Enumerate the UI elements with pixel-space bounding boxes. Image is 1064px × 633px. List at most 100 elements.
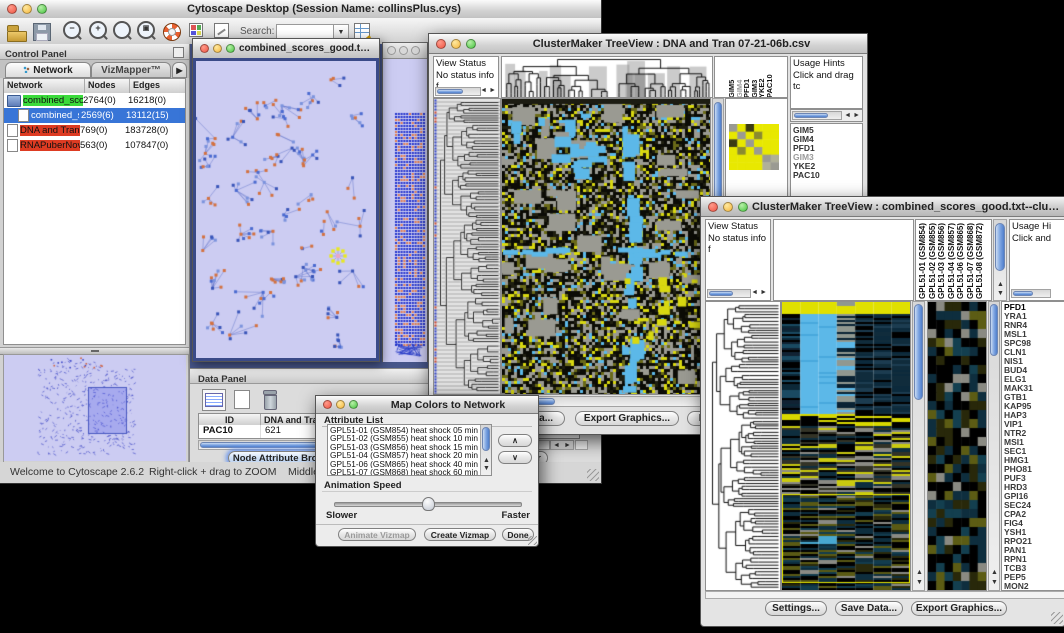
network-table-row[interactable]: combined_scores2764(0)16218(0) [4,93,185,108]
tv1-hints-hscroll[interactable] [792,111,842,120]
attr-select-icon[interactable] [202,389,226,411]
main-titlebar[interactable]: Cytoscape Desktop (Session Name: collins… [0,0,601,19]
close-button[interactable] [7,4,17,14]
scroll-down-arrow[interactable]: ▼ [483,464,490,474]
open-file-icon[interactable] [7,21,27,41]
zoom-button[interactable] [411,46,420,55]
tv1-gene-label[interactable]: YKE2 [793,162,862,171]
float-panel-icon[interactable] [173,47,184,58]
save-icon[interactable] [33,21,53,41]
scroll-down-arrow[interactable]: ▼ [916,578,923,588]
minimize-button[interactable] [451,39,461,49]
tv1-column-label[interactable]: PFD1 [743,58,751,98]
tv2-column-label[interactable]: GPL51-04 (GSM857) [948,221,958,299]
scroll-left-arrow[interactable]: ◄ [751,288,758,298]
minimize-button[interactable] [723,202,733,212]
network-table-row[interactable]: RNAPuberNov2+563(0)107847(0) [4,138,185,153]
attribute-list-item[interactable]: GPL51-07 (GSM868) heat shock 60 min [330,468,489,476]
move-down-button[interactable]: ∨ [498,451,532,464]
tv1-gene-label[interactable]: PAC10 [793,171,862,180]
tv2-gene-label[interactable]: PHO81 [1004,465,1064,474]
attr-col-id[interactable]: ID [199,414,261,425]
tv1-gene-label[interactable]: GIM4 [793,135,862,144]
attribute-list-vscroll[interactable]: ▲ ▼ [480,425,491,475]
tv2-gene-label[interactable]: YSH1 [1004,528,1064,537]
main-window-controls[interactable] [7,4,47,14]
tv1-gene-label[interactable]: GIM5 [793,126,862,135]
tv2-labels-vscroll[interactable]: ▲ ▼ [993,219,1007,301]
tv1-column-dendrogram[interactable] [501,56,713,98]
scroll-left-arrow[interactable]: ◄ [480,86,487,96]
tv2-gene-label[interactable]: SPC98 [1004,339,1064,348]
attribute-list-item[interactable]: GPL51-04 (GSM857) heat shock 20 min [330,451,489,459]
tv2-column-label[interactable]: GPL51-07 (GSM868) [967,221,977,299]
tv2-button-save-data[interactable]: Save Data... [835,601,903,616]
zoom-button[interactable] [738,202,748,212]
tv2-gene-label[interactable]: TCB3 [1004,564,1064,573]
tv2-gene-label[interactable]: RPO21 [1004,537,1064,546]
tv2-button-export-graphics[interactable]: Export Graphics... [911,601,1007,616]
network-table-row[interactable]: DNA and Tran 07769(0)183728(0) [4,123,185,138]
tv2-gene-label[interactable]: MAK31 [1004,384,1064,393]
tv2-gene-label[interactable]: RPN1 [1004,555,1064,564]
tv2-gene-label[interactable]: GPI16 [1004,492,1064,501]
tab-vizmapper[interactable]: VizMapper™ [91,62,171,78]
tv2-column-label[interactable]: GPL51-02 (GSM855) [929,221,939,299]
tv2-resize-grip[interactable] [1051,612,1063,624]
tv1-gene-label[interactable]: PFD1 [793,144,862,153]
tv1-column-label[interactable]: GIM4 [736,58,744,98]
delete-attr-icon[interactable] [260,389,280,409]
col-header-network[interactable]: Network [4,79,85,93]
tv2-zoom-heatmap[interactable] [927,301,987,591]
tv1-column-label[interactable]: GIM5 [728,58,736,98]
tv2-gene-label[interactable]: RNR4 [1004,321,1064,330]
network-canvas-1[interactable] [196,61,376,358]
zoom-fit-icon[interactable]: ▣ [137,21,157,41]
tv1-column-label[interactable]: GIM3 [751,58,759,98]
minimize-button[interactable] [399,46,408,55]
tv2-gene-label[interactable]: BUD4 [1004,366,1064,375]
animate-vizmap-button[interactable]: Animate Vizmap [338,528,416,541]
close-button[interactable] [708,202,718,212]
minimize-button[interactable] [22,4,32,14]
zoom-in-icon[interactable]: + [89,21,109,41]
tv2-heatmap-vscroll[interactable]: ▲ ▼ [912,301,925,591]
scroll-right-arrow[interactable]: ► [760,288,767,298]
tv2-gene-label[interactable]: HAP3 [1004,411,1064,420]
col-header-nodes[interactable]: Nodes [85,79,130,93]
tv2-gene-label[interactable]: ELG1 [1004,375,1064,384]
close-button[interactable] [436,39,446,49]
tv2-column-label[interactable]: GPL51-08 (GSM872) [976,221,986,299]
tab-network[interactable]: Network [5,62,91,78]
attribute-list-item[interactable]: GPL51-01 (GSM854) heat shock 05 min [330,426,489,434]
tv1-heatmap[interactable] [501,98,711,395]
tv2-gene-label[interactable]: PEP5 [1004,573,1064,582]
tv2-gene-label[interactable]: CPA2 [1004,510,1064,519]
new-attr-icon[interactable] [232,389,252,409]
tv1-button-export-graphics[interactable]: Export Graphics... [575,411,679,426]
tv2-heatmap[interactable] [781,301,911,591]
scroll-right-arrow[interactable]: ► [853,111,860,121]
col-header-edges[interactable]: Edges [130,79,185,93]
tv2-button-settings[interactable]: Settings... [765,601,827,616]
scroll-down-arrow[interactable]: ▼ [991,578,998,588]
tv2-gene-label[interactable]: SEC24 [1004,501,1064,510]
attribute-list-item[interactable]: GPL51-02 (GSM855) heat shock 10 min [330,434,489,442]
help-lifering-icon[interactable] [163,21,183,41]
zoom-out-icon[interactable]: − [63,21,83,41]
tv2-gene-label[interactable]: HMG1 [1004,456,1064,465]
tv1-column-label[interactable]: YKE2 [758,58,766,98]
tv2-row-dendrogram[interactable] [705,301,781,591]
dialog-resize-grip[interactable] [528,536,537,545]
zoom-button[interactable] [466,39,476,49]
scroll-up-arrow[interactable]: ▲ [991,568,998,578]
tv1-status-hscroll[interactable] [435,87,481,96]
scroll-left-arrow[interactable]: ◄ [844,111,851,121]
tv2-status-hscroll[interactable] [707,289,751,298]
close-button[interactable] [387,46,396,55]
tv2-gene-label[interactable]: PUF3 [1004,474,1064,483]
close-button[interactable] [200,44,209,53]
tv2-gene-label[interactable]: PAN1 [1004,546,1064,555]
zoom-button[interactable] [349,400,358,409]
tab-overflow-arrow[interactable]: ▶ [172,62,187,78]
